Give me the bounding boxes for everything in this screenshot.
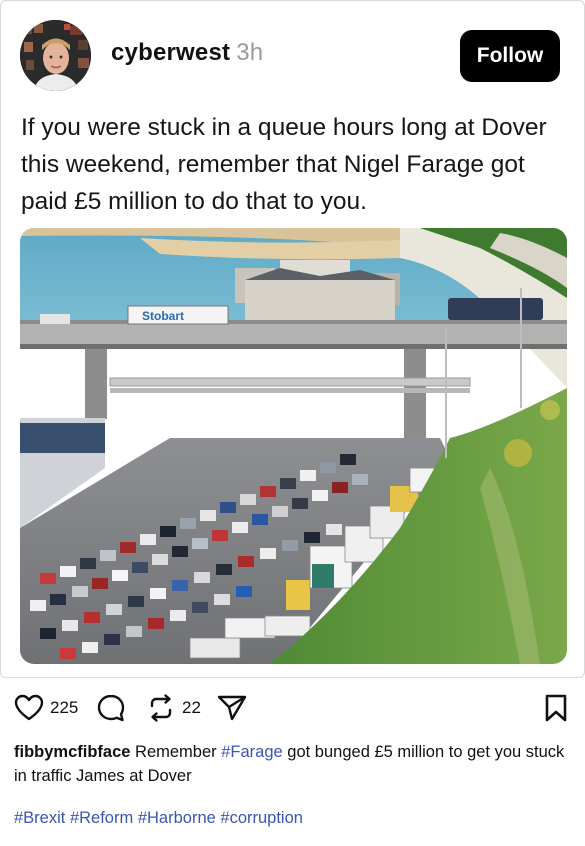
post-text: If you were stuck in a queue hours long …	[21, 114, 547, 215]
comment-tags: #Brexit #Reform #Harborne #corruption	[14, 806, 574, 830]
comment-action[interactable]	[96, 690, 126, 726]
post-header: cyberwest 3h	[111, 39, 263, 67]
post-card: cyberwest 3h Follow If you were stuck in …	[0, 0, 585, 678]
bookmark-icon[interactable]	[544, 693, 568, 723]
share-action[interactable]	[216, 690, 248, 726]
hashtag-link[interactable]: #corruption	[220, 809, 303, 827]
share-icon[interactable]	[216, 693, 248, 723]
bookmark-action[interactable]	[544, 690, 568, 726]
hashtag-link[interactable]: #Brexit	[14, 809, 65, 827]
comment-text-before: Remember	[130, 743, 222, 761]
comment-author[interactable]: fibbymcfibface	[14, 743, 130, 761]
heart-icon[interactable]	[14, 694, 44, 722]
hashtag-link[interactable]: #Harborne	[138, 809, 216, 827]
comment-icon[interactable]	[96, 693, 126, 723]
like-action[interactable]: 225	[14, 690, 78, 726]
avatar[interactable]	[20, 20, 91, 91]
comment: fibbymcfibface Remember #Farage got bung…	[14, 740, 574, 788]
follow-button[interactable]: Follow	[460, 30, 560, 82]
repost-action[interactable]: 22	[146, 690, 201, 726]
post-image[interactable]: Stobart	[20, 228, 567, 664]
like-count: 225	[50, 698, 79, 717]
action-bar: 225 22	[0, 690, 585, 730]
hashtag-link[interactable]: #Reform	[70, 809, 133, 827]
repost-count: 22	[182, 698, 201, 717]
comment-hashtag[interactable]: #Farage	[221, 743, 282, 761]
timestamp: 3h	[236, 39, 264, 66]
truck-sign-text: Stobart	[142, 309, 184, 323]
username[interactable]: cyberwest	[111, 39, 230, 66]
repost-icon[interactable]	[146, 693, 176, 723]
